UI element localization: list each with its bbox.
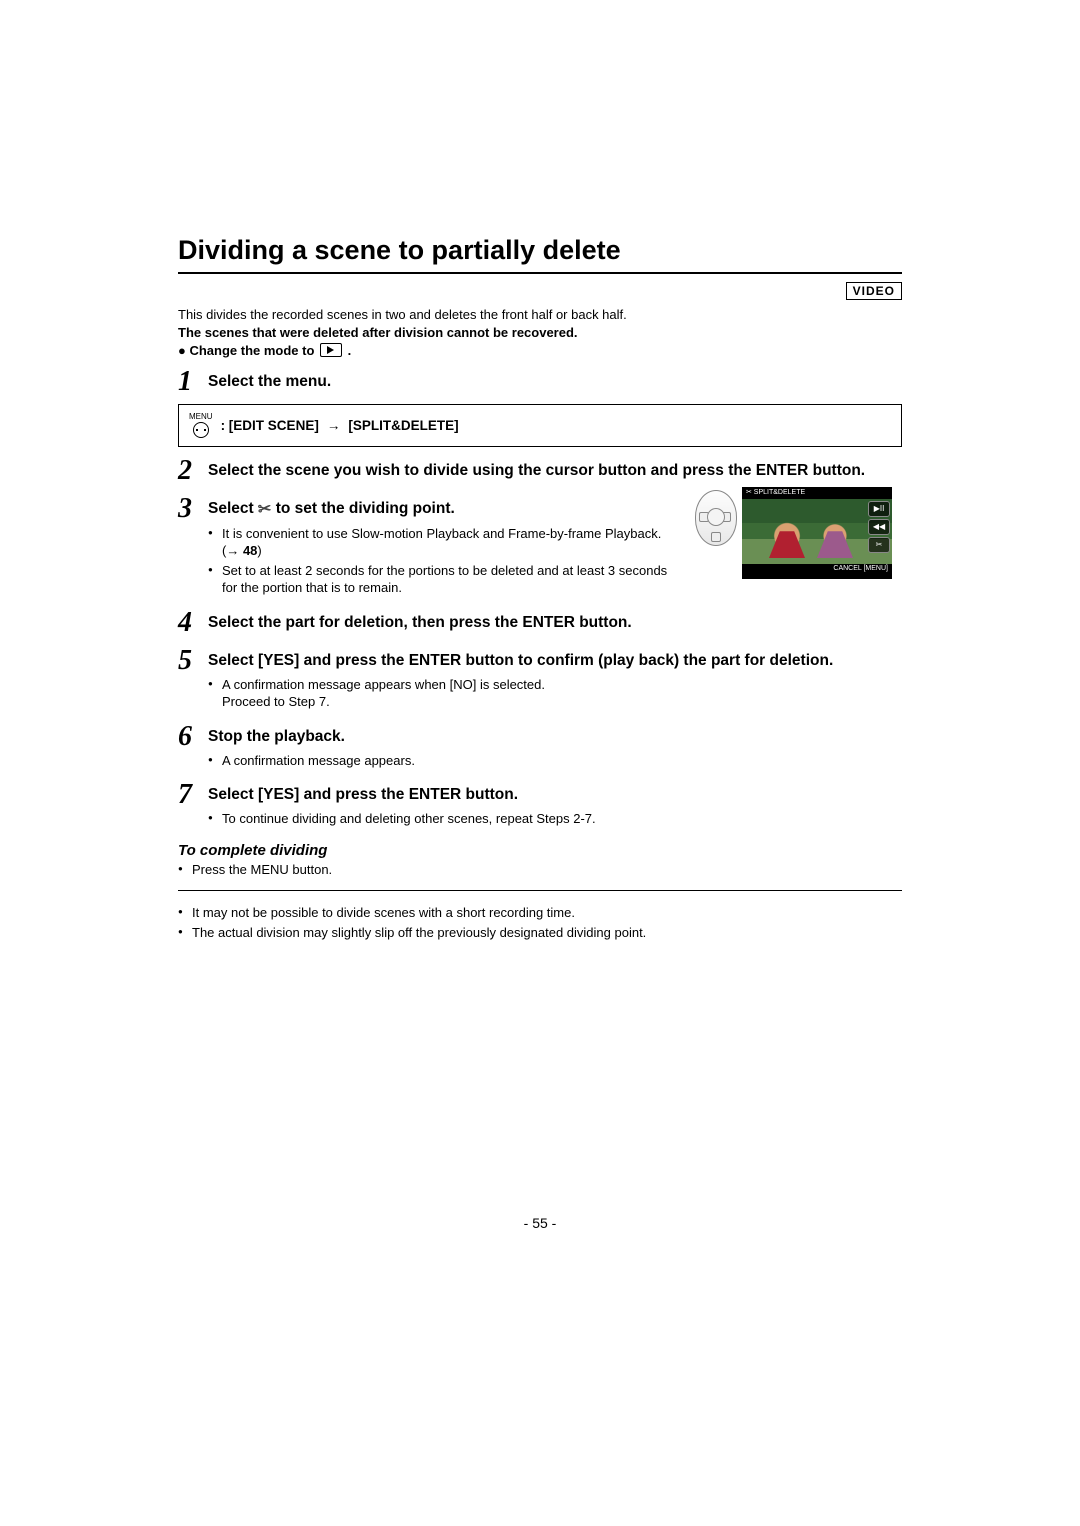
step5-title: Select [YES] and press the ENTER button … <box>208 652 833 669</box>
menu-path-box: MENU : [EDIT SCENE] → [SPLIT&DELETE] <box>178 404 902 447</box>
step-3: 3 Select ✂ to set the dividing point. It… <box>178 495 680 599</box>
page-number: - 55 - <box>0 1215 1080 1231</box>
step-7: 7 Select [YES] and press the ENTER butto… <box>178 781 902 829</box>
step-title: Select [YES] and press the ENTER button … <box>208 647 902 713</box>
play-pause-icon: ▶II <box>868 501 890 517</box>
change-mode-line: ● Change the mode to . <box>178 343 902 358</box>
video-badge: VIDEO <box>846 282 902 300</box>
menu-path-1: : [EDIT SCENE] <box>221 418 319 433</box>
step-title: Select [YES] and press the ENTER button.… <box>208 781 902 829</box>
step-number: 7 <box>178 781 198 809</box>
complete-bullet: Press the MENU button. <box>192 861 902 879</box>
step3-b1-end: ) <box>257 543 261 558</box>
menu-button-icon: MENU <box>189 413 213 438</box>
step6-title: Stop the playback. <box>208 728 345 745</box>
step3-bullet-1: It is convenient to use Slow-motion Play… <box>222 525 680 560</box>
step5-b1b: Proceed to Step 7. <box>222 694 330 709</box>
step-number: 3 <box>178 495 198 523</box>
step-title: Select ✂ to set the dividing point. It i… <box>208 495 680 599</box>
intro-text: This divides the recorded scenes in two … <box>178 306 902 324</box>
footer-note-2: The actual division may slightly slip of… <box>192 924 902 942</box>
step6-bullet-1: A confirmation message appears. <box>222 752 902 770</box>
step-4: 4 Select the part for deletion, then pre… <box>178 609 902 637</box>
page-title: Dividing a scene to partially delete <box>178 235 902 274</box>
split-icon: ✂ <box>868 537 890 553</box>
rewind-icon: ◀◀ <box>868 519 890 535</box>
change-mode-prefix: Change the mode to <box>189 343 318 358</box>
page-ref: → 48 <box>226 543 257 558</box>
playback-mode-icon <box>320 343 342 357</box>
step-5: 5 Select [YES] and press the ENTER butto… <box>178 647 902 713</box>
change-mode-suffix: . <box>348 343 352 358</box>
step5-bullet-1: A confirmation message appears when [NO]… <box>222 676 902 711</box>
step7-bullet-1: To continue dividing and deleting other … <box>222 810 902 828</box>
joystick-icon <box>692 487 738 547</box>
step-6: 6 Stop the playback. A confirmation mess… <box>178 723 902 771</box>
step3-title-a: Select <box>208 500 258 517</box>
step3-bullet-2: Set to at least 2 seconds for the portio… <box>222 562 680 597</box>
step-number: 6 <box>178 723 198 751</box>
screen-bottom: CANCEL [MENU] <box>742 564 892 579</box>
playback-controls: ▶II ◀◀ ✂ <box>868 501 890 553</box>
step-1: 1 Select the menu. <box>178 368 902 396</box>
step-title: Select the part for deletion, then press… <box>208 609 902 634</box>
step-2: 2 Select the scene you wish to divide us… <box>178 457 902 485</box>
step3-title-b: to set the dividing point. <box>276 500 455 517</box>
illustration: ✂ SPLIT&DELETE 0h00m15s ▶II ◀◀ ✂ CANCEL … <box>692 485 902 579</box>
step7-title: Select [YES] and press the ENTER button. <box>208 786 518 803</box>
step-title: Select the scene you wish to divide usin… <box>208 457 902 482</box>
footer-note-1: It may not be possible to divide scenes … <box>192 904 902 922</box>
warning-text: The scenes that were deleted after divis… <box>178 324 902 342</box>
step-title: Select the menu. <box>208 368 902 393</box>
step-number: 5 <box>178 647 198 675</box>
arrow-icon: → <box>327 418 341 433</box>
preview-screen: ✂ SPLIT&DELETE 0h00m15s ▶II ◀◀ ✂ CANCEL … <box>742 487 892 579</box>
step5-b1a: A confirmation message appears when [NO]… <box>222 677 545 692</box>
step3-b1-text: It is convenient to use Slow-motion Play… <box>222 526 661 559</box>
divider <box>178 890 902 891</box>
step-number: 4 <box>178 609 198 637</box>
menu-path-2: [SPLIT&DELETE] <box>348 418 458 433</box>
complete-heading: To complete dividing <box>178 842 902 859</box>
menu-label: MENU <box>189 413 213 421</box>
step-number: 1 <box>178 368 198 396</box>
scissors-icon: ✂ <box>257 499 272 522</box>
step-title: Stop the playback. A confirmation messag… <box>208 723 902 771</box>
step-number: 2 <box>178 457 198 485</box>
